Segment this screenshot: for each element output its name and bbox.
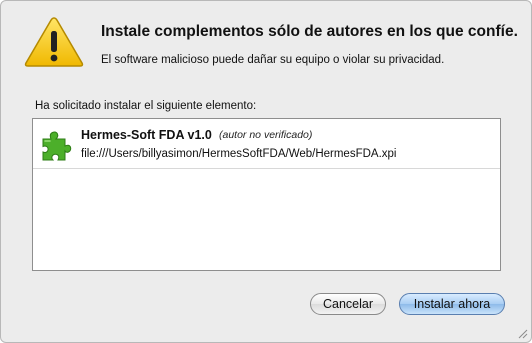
- addon-list[interactable]: Hermes-Soft FDA v1.0 (autor no verificad…: [32, 118, 501, 271]
- warning-icon: [24, 17, 84, 67]
- addon-path: file:///Users/billyasimon/HermesSoftFDA/…: [81, 148, 397, 160]
- puzzle-piece-icon: [42, 131, 72, 161]
- install-addon-dialog: Instale complementos sólo de autores en …: [0, 0, 532, 343]
- request-label: Ha solicitado instalar el siguiente elem…: [35, 100, 257, 112]
- list-item[interactable]: Hermes-Soft FDA v1.0 (autor no verificad…: [33, 119, 500, 169]
- install-now-button[interactable]: Instalar ahora: [399, 293, 505, 315]
- resize-grip-icon[interactable]: [516, 327, 528, 339]
- dialog-title: Instale complementos sólo de autores en …: [101, 23, 518, 40]
- unverified-author-note: (autor no verificado): [219, 129, 313, 141]
- addon-name: Hermes-Soft FDA v1.0: [81, 128, 212, 142]
- dialog-subtitle: El software malicioso puede dañar su equ…: [101, 54, 445, 66]
- cancel-button[interactable]: Cancelar: [310, 293, 386, 315]
